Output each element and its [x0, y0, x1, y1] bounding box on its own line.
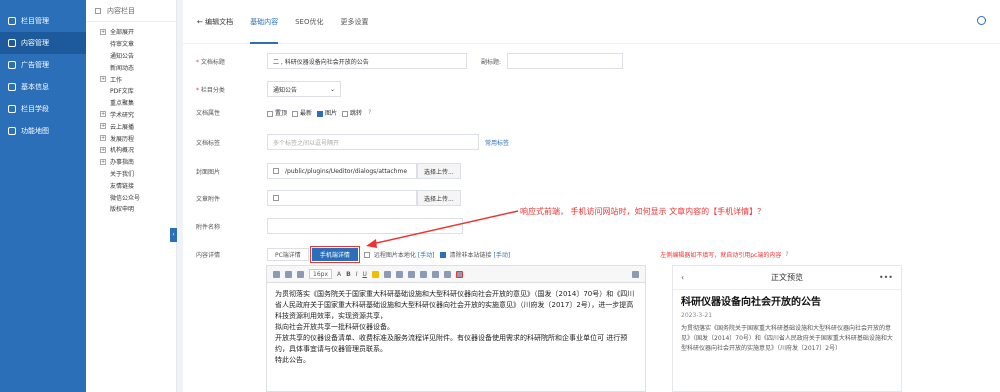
annotation-text: 响应式前端， 手机访问网站时，如何显示 文章内容的【手机详情】？ [520, 207, 766, 216]
annotation-arrow [366, 210, 519, 248]
